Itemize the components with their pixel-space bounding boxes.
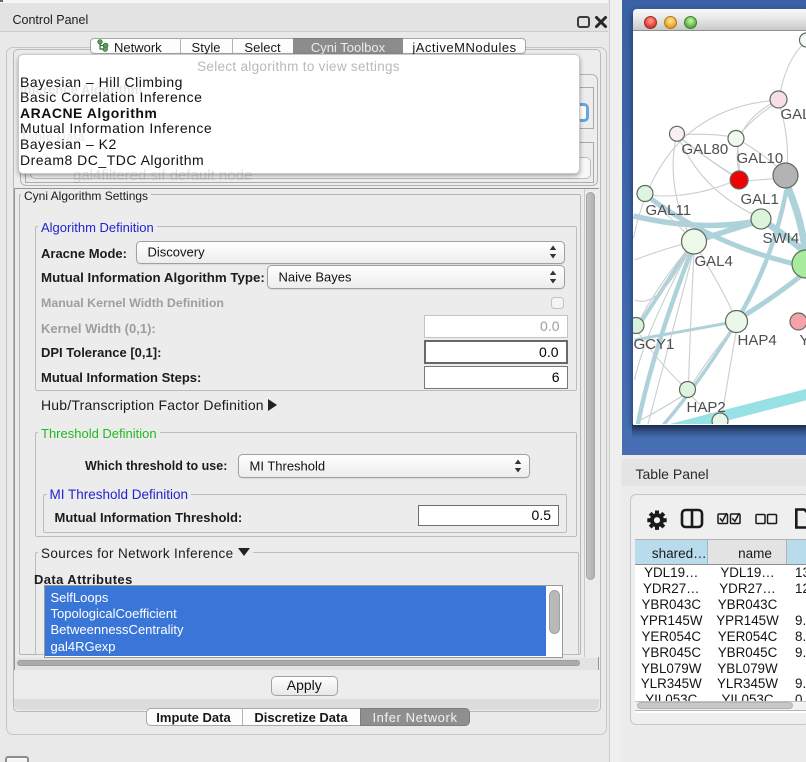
svg-text:GCY1: GCY1 bbox=[633, 336, 674, 353]
svg-text:GAL7: GAL7 bbox=[780, 106, 806, 123]
svg-text:GAL80: GAL80 bbox=[681, 141, 728, 158]
svg-text:GAL11: GAL11 bbox=[645, 202, 691, 219]
svg-text:GAL10: GAL10 bbox=[736, 150, 783, 167]
svg-text:HAP2: HAP2 bbox=[686, 399, 725, 416]
svg-text:HAP4: HAP4 bbox=[737, 332, 776, 349]
svg-text:SWI4: SWI4 bbox=[762, 230, 799, 247]
svg-text:GAL1: GAL1 bbox=[740, 191, 778, 208]
svg-text:Y: Y bbox=[799, 332, 806, 349]
svg-text:GAL4: GAL4 bbox=[694, 253, 732, 270]
